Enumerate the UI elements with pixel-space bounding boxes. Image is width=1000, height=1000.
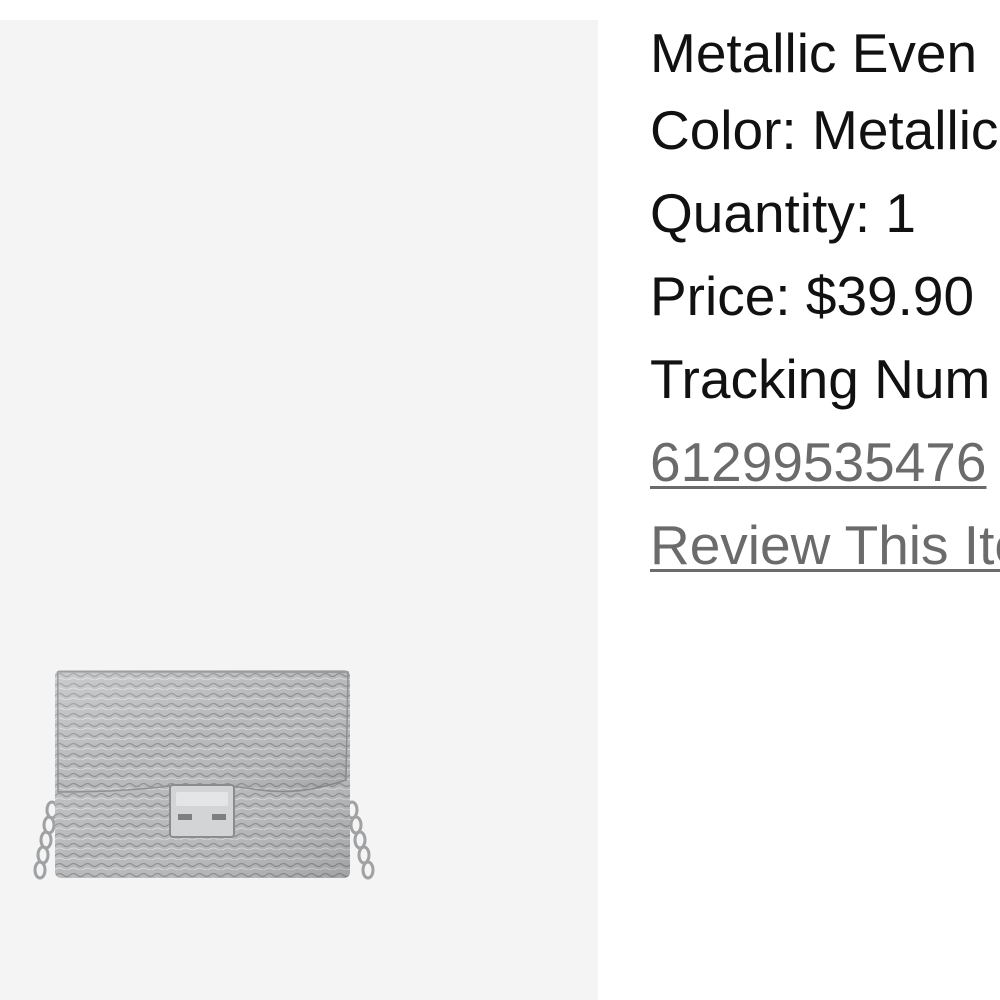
tracking-label: Tracking Num	[650, 348, 991, 410]
color-label: Color:	[650, 99, 797, 161]
review-item-link[interactable]: Review This Ite	[650, 518, 1000, 573]
tracking-number-link[interactable]: 61299535476	[650, 435, 1000, 490]
order-item-details: Metallic Even Color: Metallic Quantity: …	[650, 24, 1000, 573]
price-line: Price: $39.90	[650, 269, 1000, 324]
quantity-line: Quantity: 1	[650, 186, 1000, 241]
price-value: $39.90	[805, 265, 975, 327]
chain-strap-right	[345, 800, 375, 880]
product-image[interactable]	[0, 20, 598, 1000]
color-line: Color: Metallic	[650, 103, 1000, 158]
quantity-value: 1	[885, 182, 916, 244]
metallic-bag-illustration	[33, 670, 375, 880]
price-label: Price:	[650, 265, 791, 327]
order-item-view: Metallic Even Color: Metallic Quantity: …	[0, 0, 1000, 1000]
product-name: Metallic Even	[650, 24, 978, 84]
quantity-label: Quantity:	[650, 182, 871, 244]
color-value: Metallic	[812, 99, 999, 161]
clasp-icon	[169, 784, 235, 838]
chain-strap-left	[33, 800, 59, 880]
